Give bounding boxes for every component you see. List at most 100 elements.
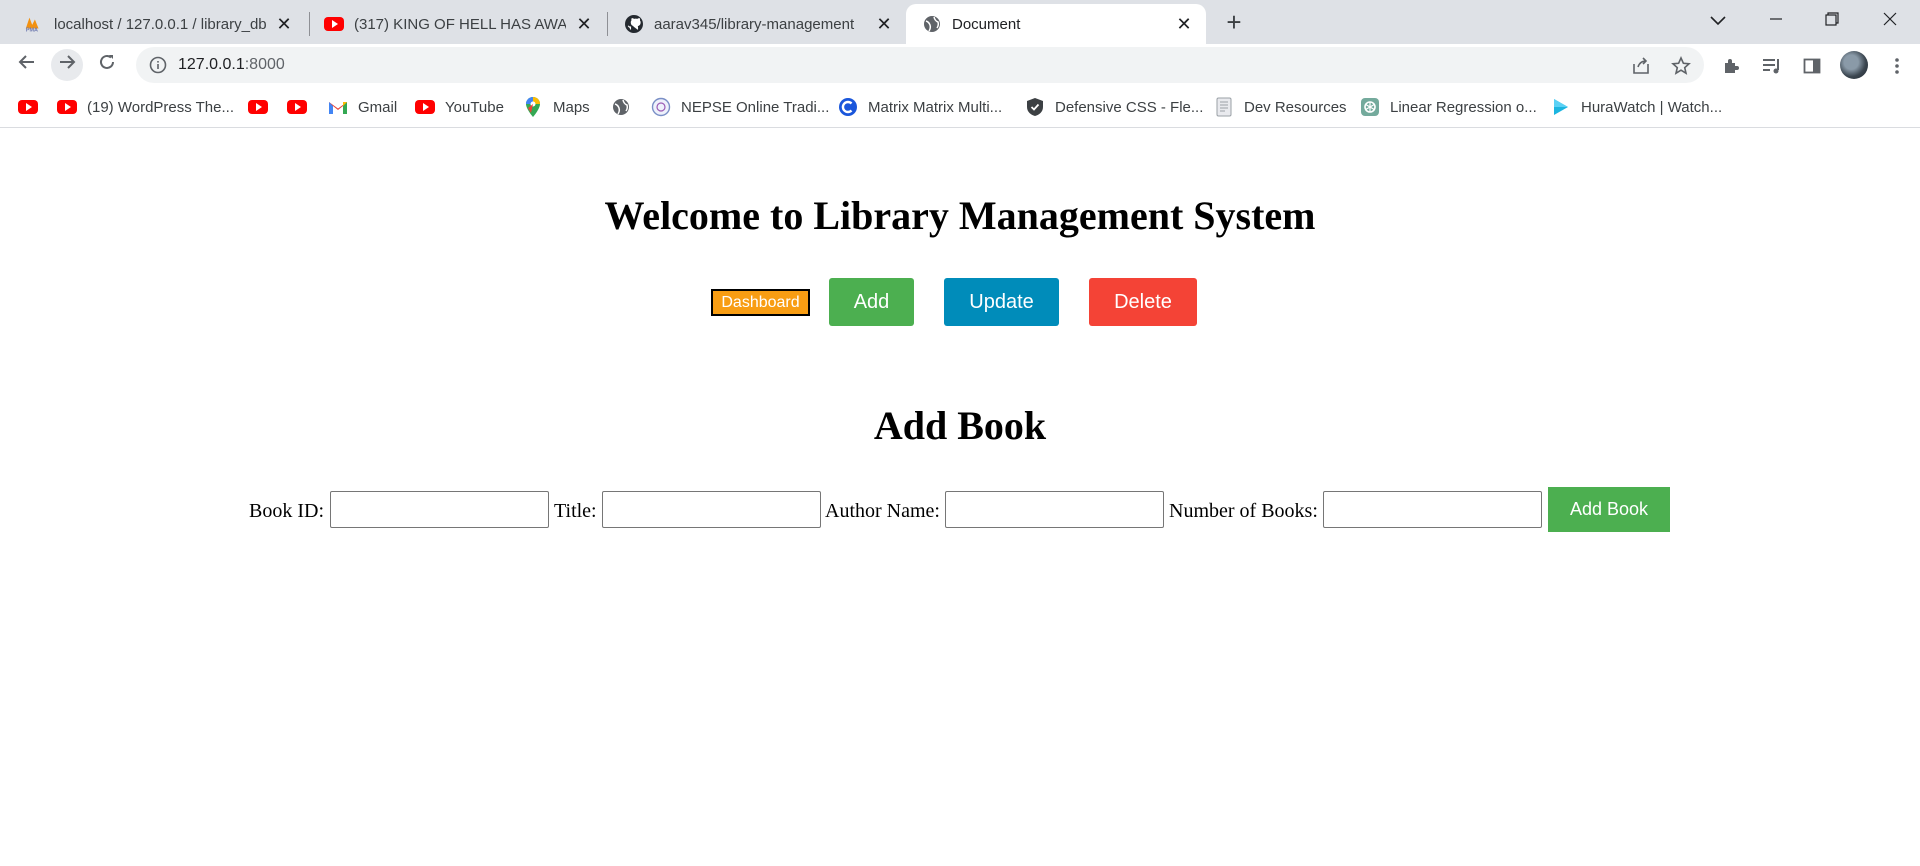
tab-title: Document bbox=[952, 15, 1021, 33]
bookmark-maps[interactable]: Maps bbox=[523, 96, 590, 118]
bookmark-linear-regression[interactable]: Linear Regression o... bbox=[1360, 96, 1537, 118]
bookmark-youtube-2[interactable] bbox=[248, 96, 278, 118]
youtube-icon bbox=[18, 99, 38, 115]
info-icon[interactable] bbox=[148, 55, 168, 75]
url-host: 127.0.0.1 bbox=[178, 56, 245, 73]
tab-phpmyadmin[interactable]: PMA localhost / 127.0.0.1 / library_db /… bbox=[8, 4, 306, 44]
arrow-left-icon bbox=[18, 53, 36, 77]
url-port: :8000 bbox=[244, 56, 285, 73]
phpmyadmin-icon: PMA bbox=[24, 14, 44, 34]
back-button[interactable] bbox=[11, 49, 43, 81]
close-window-button[interactable] bbox=[1862, 0, 1918, 40]
minimize-button[interactable] bbox=[1748, 0, 1804, 40]
bookmark-youtube-1[interactable] bbox=[18, 96, 48, 118]
add-book-button[interactable]: Add Book bbox=[1548, 487, 1670, 532]
bookmark-globe[interactable] bbox=[611, 96, 641, 118]
extensions-icon[interactable] bbox=[1720, 55, 1742, 77]
bookmark-wordpress[interactable]: (19) WordPress The... bbox=[57, 96, 234, 118]
reload-icon bbox=[98, 53, 116, 77]
nepse-icon bbox=[651, 97, 671, 117]
more-menu-icon[interactable] bbox=[1886, 55, 1908, 77]
book-id-label: Book ID: bbox=[249, 500, 324, 522]
dashboard-button[interactable]: Dashboard bbox=[711, 289, 810, 316]
add-button[interactable]: Add bbox=[829, 278, 914, 326]
bookmark-nepse[interactable]: NEPSE Online Tradi... bbox=[651, 96, 829, 118]
tab-strip: PMA localhost / 127.0.0.1 / library_db /… bbox=[0, 0, 1920, 44]
media-control-icon[interactable] bbox=[1761, 55, 1783, 77]
number-of-books-label: Number of Books: bbox=[1169, 500, 1318, 522]
author-name-label: Author Name: bbox=[825, 500, 940, 522]
globe-icon bbox=[611, 99, 631, 115]
bookmark-label: NEPSE Online Tradi... bbox=[681, 98, 830, 116]
page-title: Welcome to Library Management System bbox=[604, 193, 1316, 238]
svg-text:PMA: PMA bbox=[26, 27, 38, 33]
forward-button[interactable] bbox=[51, 49, 83, 81]
tab-github[interactable]: aarav345/library-management ✕ bbox=[608, 4, 906, 44]
tab-document[interactable]: Document ✕ bbox=[906, 4, 1206, 44]
bookmark-label: (19) WordPress The... bbox=[87, 98, 234, 116]
bookmark-hurawatch[interactable]: HuraWatch | Watch... bbox=[1551, 96, 1722, 118]
add-book-form: Book ID: Title: Author Name: Number of B… bbox=[0, 487, 1920, 533]
close-icon[interactable]: ✕ bbox=[574, 14, 594, 34]
youtube-icon bbox=[324, 14, 344, 34]
bookmark-youtube[interactable]: YouTube bbox=[415, 96, 504, 118]
bookmark-label: YouTube bbox=[445, 98, 504, 116]
share-icon[interactable] bbox=[1630, 55, 1652, 77]
restore-button[interactable] bbox=[1804, 0, 1860, 40]
bookmark-defensive-css[interactable]: Defensive CSS - Fle... bbox=[1025, 96, 1203, 118]
page-content: Welcome to Library Management System Das… bbox=[0, 129, 1920, 866]
bookmark-label: Matrix Matrix Multi... bbox=[868, 98, 1003, 116]
bookmark-label: Dev Resources bbox=[1244, 98, 1347, 116]
author-name-field[interactable] bbox=[945, 491, 1164, 528]
url-text: 127.0.0.1:8000 bbox=[178, 56, 285, 74]
youtube-icon bbox=[248, 99, 268, 115]
bookmark-matrix[interactable]: Matrix Matrix Multi... bbox=[838, 96, 1002, 118]
bookmark-star-icon[interactable] bbox=[1670, 55, 1692, 77]
globe-icon bbox=[922, 14, 942, 34]
tab-title: localhost / 127.0.0.1 / library_db / bbox=[54, 15, 266, 33]
new-tab-button[interactable]: + bbox=[1220, 7, 1248, 37]
title-label: Title: bbox=[554, 500, 597, 522]
bookmark-label: Linear Regression o... bbox=[1390, 98, 1537, 116]
restore-icon bbox=[1825, 10, 1839, 31]
bookmark-label: Gmail bbox=[358, 98, 398, 116]
close-icon bbox=[1883, 10, 1897, 31]
chevron-down-icon bbox=[1710, 10, 1726, 31]
github-icon bbox=[624, 14, 644, 34]
nav-buttons: Dashboard Add Update Delete bbox=[0, 278, 1920, 326]
youtube-icon bbox=[415, 99, 435, 115]
youtube-icon bbox=[57, 99, 77, 115]
address-bar[interactable]: 127.0.0.1:8000 bbox=[136, 47, 1704, 83]
delete-button[interactable]: Delete bbox=[1089, 278, 1197, 326]
chatgpt-icon bbox=[1360, 98, 1380, 116]
title-field[interactable] bbox=[602, 491, 821, 528]
youtube-icon bbox=[287, 99, 307, 115]
c-logo-icon bbox=[838, 98, 858, 116]
form-title: Add Book bbox=[873, 403, 1047, 448]
number-of-books-field[interactable] bbox=[1323, 491, 1542, 528]
bookmark-dev-resources[interactable]: Dev Resources bbox=[1214, 96, 1347, 118]
close-icon[interactable]: ✕ bbox=[274, 14, 294, 34]
bookmark-label: HuraWatch | Watch... bbox=[1581, 98, 1723, 116]
book-id-field[interactable] bbox=[330, 491, 549, 528]
update-button[interactable]: Update bbox=[944, 278, 1059, 326]
bookmark-gmail[interactable]: Gmail bbox=[328, 96, 397, 118]
bookmark-youtube-3[interactable] bbox=[287, 96, 317, 118]
bookmark-label: Defensive CSS - Fle... bbox=[1055, 98, 1204, 116]
gmail-icon bbox=[328, 99, 348, 115]
bookmarks-bar: (19) WordPress The... Gmail YouTube Maps… bbox=[0, 86, 1920, 128]
tab-youtube[interactable]: (317) KING OF HELL HAS AWAKENED ✕ bbox=[308, 4, 606, 44]
play-icon bbox=[1551, 99, 1571, 115]
profile-avatar[interactable] bbox=[1840, 51, 1868, 79]
arrow-right-icon bbox=[58, 53, 76, 77]
maps-icon bbox=[523, 97, 543, 117]
side-panel-icon[interactable] bbox=[1801, 55, 1823, 77]
tab-search-button[interactable] bbox=[1690, 0, 1746, 40]
bookmark-label: Maps bbox=[553, 98, 590, 116]
reload-button[interactable] bbox=[91, 49, 123, 81]
notebook-icon bbox=[1214, 97, 1234, 117]
browser-toolbar: 127.0.0.1:8000 bbox=[0, 44, 1920, 86]
close-icon[interactable]: ✕ bbox=[1174, 14, 1194, 34]
shield-icon bbox=[1025, 98, 1045, 116]
close-icon[interactable]: ✕ bbox=[874, 14, 894, 34]
